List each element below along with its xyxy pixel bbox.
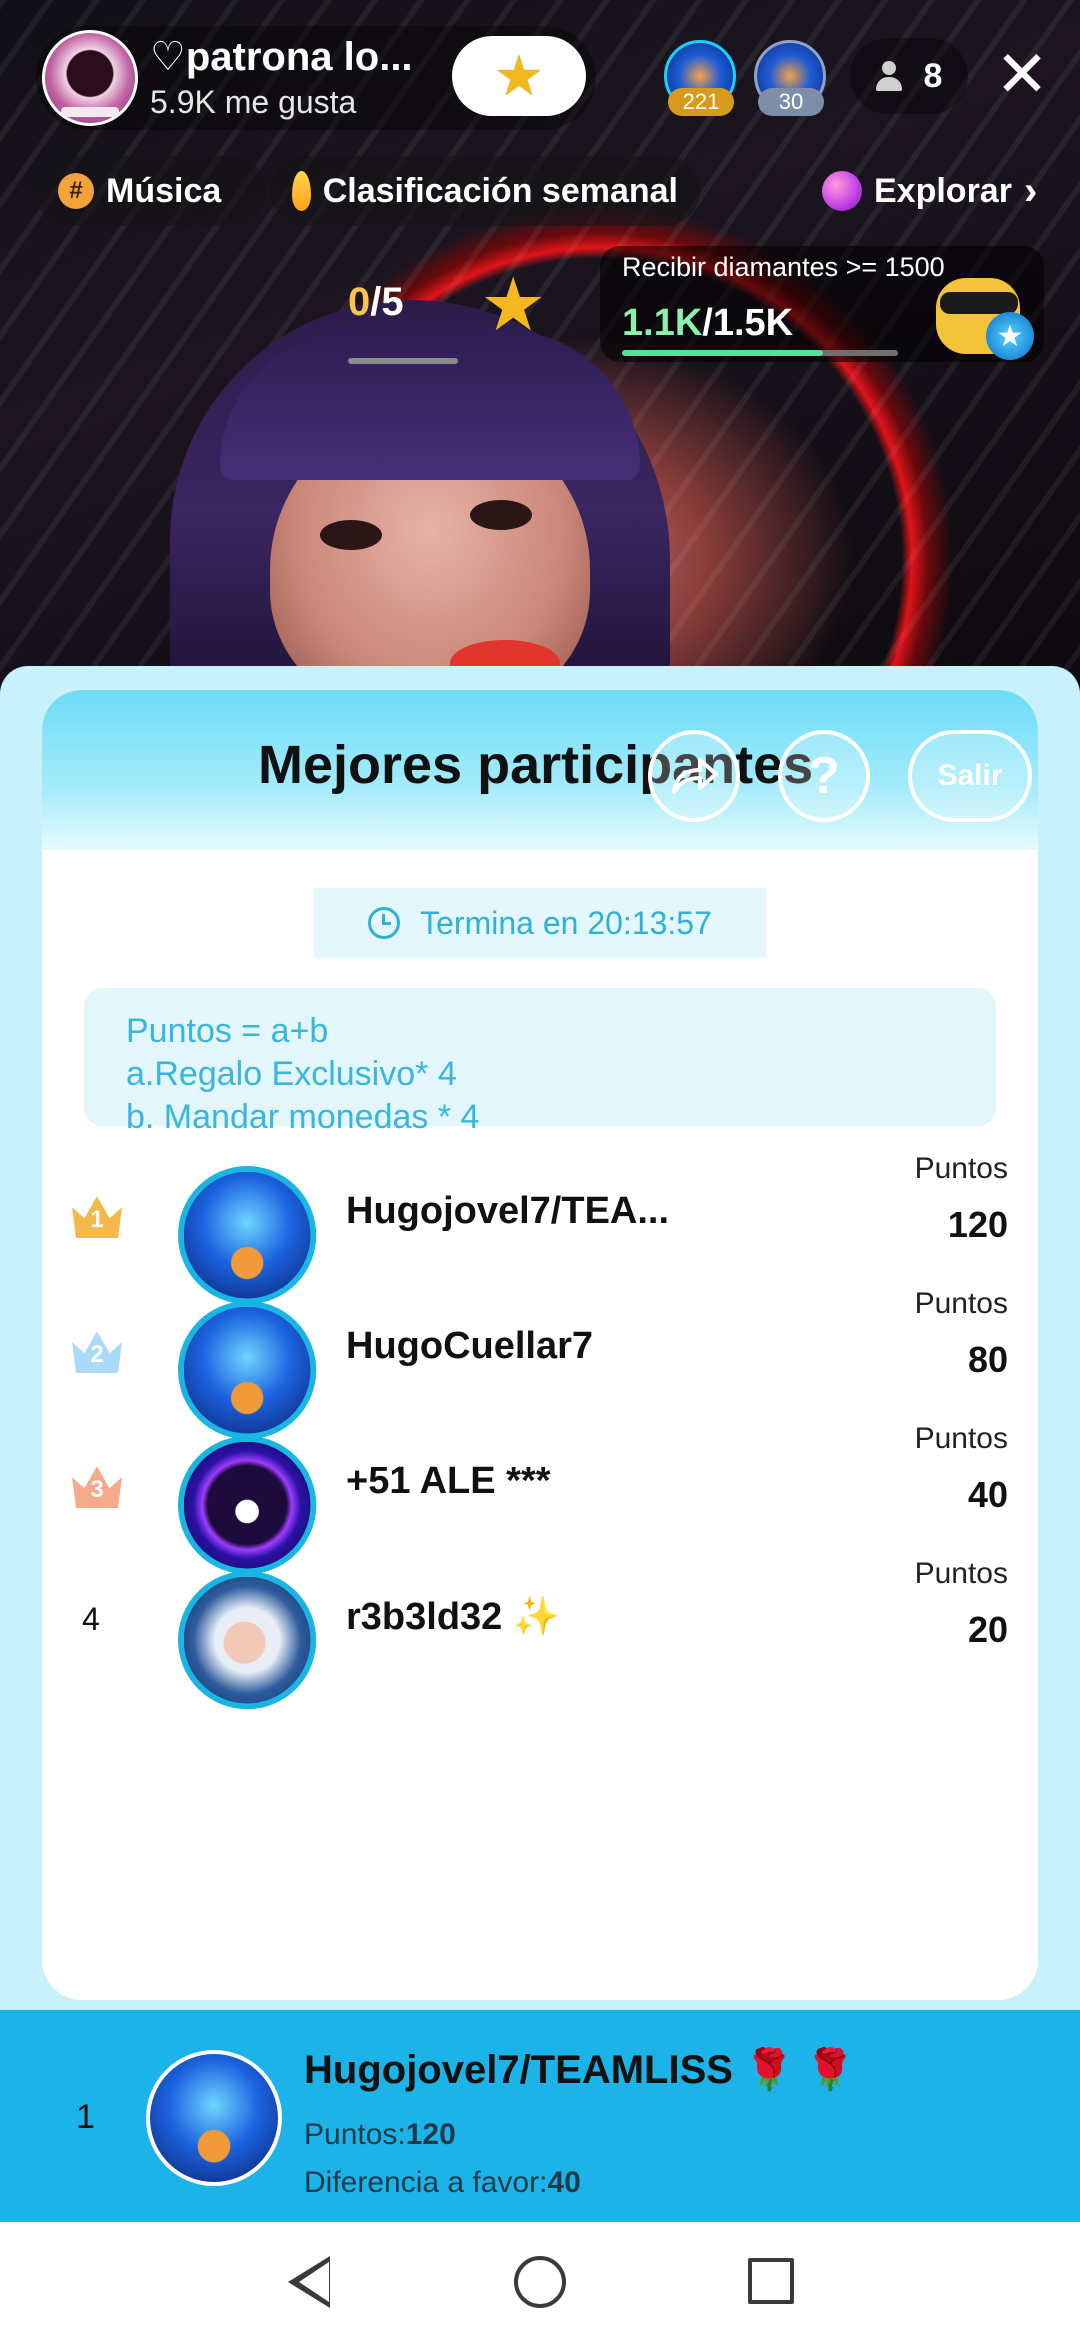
leaderboard-row[interactable]: 2 HugoCuellar7 Puntos 80 (42, 1281, 1038, 1440)
diamond-total: /1.5K (702, 302, 794, 344)
my-points-value: 120 (405, 2118, 456, 2151)
chip-explore[interactable]: Explorar › (800, 156, 1080, 226)
diamond-current: 1.1K (622, 302, 703, 344)
chevron-right-icon: › (1023, 168, 1038, 213)
rank-crown-gold-icon: 1 (72, 1196, 122, 1238)
hashtag-icon: # (58, 173, 94, 209)
my-ranking-bar[interactable]: 1 Hugojovel7/TEAMLISS 🌹 🌹 Puntos:120 Dif… (0, 2010, 1080, 2222)
my-points-prefix: Puntos: (304, 2118, 406, 2151)
goal-gift-sticker[interactable]: ★ (930, 256, 1040, 360)
recent-apps-icon[interactable] (748, 2258, 794, 2304)
diamond-goal-progress: 1.1K/1.5K (622, 302, 793, 345)
chip-weekly-ranking[interactable]: Clasificación semanal (270, 156, 700, 226)
rule-line: b. Mandar monedas * 4 (126, 1098, 480, 1136)
my-diff-value: 40 (547, 2166, 581, 2199)
streamer-eye-left (320, 520, 382, 550)
viewer-count: 8 (923, 56, 943, 95)
avatar[interactable] (146, 2050, 282, 2186)
clock-icon (368, 907, 401, 939)
host-avatar[interactable] (42, 30, 138, 126)
my-rank: 1 (76, 2098, 95, 2136)
goal-total: /5 (370, 280, 404, 324)
diamond-progress-fill (622, 350, 824, 356)
system-navigation-bar (0, 2222, 1080, 2340)
star-icon: ★ (493, 44, 545, 107)
goal-underline (348, 358, 458, 364)
rank-crown-bronze-icon: 3 (72, 1466, 122, 1508)
diamond-goal-title: Recibir diamantes >= 1500 (622, 252, 945, 282)
share-button[interactable] (648, 730, 740, 822)
chip-music[interactable]: # Música (36, 156, 266, 226)
points-label: Puntos (914, 1287, 1008, 1320)
points-label: Puntos (914, 1557, 1008, 1590)
rank-crown-silver-icon: 2 (72, 1331, 122, 1373)
person-icon (875, 61, 902, 91)
help-button[interactable]: ? (778, 730, 870, 822)
chip-music-label: Música (106, 171, 222, 210)
streamer-eye-right (470, 500, 532, 530)
points-value: 80 (967, 1339, 1008, 1380)
host-badge-ribbon (61, 107, 119, 117)
follow-button[interactable]: ★ (452, 36, 586, 116)
host-likes: 5.9K me gusta (150, 84, 357, 120)
exit-button[interactable]: Salir (908, 730, 1032, 822)
participant-name: r3b3ld32 ✨ (346, 1596, 561, 1638)
rule-line: Puntos = a+b (126, 1012, 329, 1050)
leaderboard-row[interactable]: 3 +51 ALE *** Puntos 40 (42, 1416, 1038, 1575)
points-rules: Puntos = a+b a.Regalo Exclusivo* 4 b. Ma… (84, 988, 996, 1136)
back-icon[interactable] (288, 2256, 330, 2308)
leaderboard-row[interactable]: 4 r3b3ld32 ✨ Puntos 20 (42, 1551, 1038, 1710)
participant-name: HugoCuellar7 (346, 1325, 594, 1367)
my-difference: Diferencia a favor:40 (304, 2166, 581, 2200)
viewer-count-button[interactable]: 8 (850, 38, 968, 114)
points-label: Puntos (914, 1152, 1008, 1185)
chip-ranking-label: Clasificación semanal (322, 171, 678, 210)
sticker-sunglasses (940, 292, 1018, 314)
points-value: 20 (967, 1609, 1008, 1650)
sticker-star-badge: ★ (986, 312, 1034, 360)
points-label: Puntos (914, 1422, 1008, 1455)
participant-name: +51 ALE *** (346, 1460, 551, 1502)
host-name[interactable]: ♡patrona lo... (150, 34, 413, 80)
chip-explore-label: Explorar (874, 171, 1012, 210)
my-name: Hugojovel7/TEAMLISS 🌹 🌹 (304, 2048, 855, 2092)
rule-line: a.Regalo Exclusivo* 4 (126, 1055, 457, 1093)
diamond-progress-bar (622, 350, 898, 356)
points-value: 120 (947, 1204, 1008, 1245)
leaderboard-card: Mejores participantes ? Salir Termina en… (42, 690, 1038, 2000)
leaderboard-row[interactable]: 1 Hugojovel7/TEA... Puntos 120 (42, 1146, 1038, 1305)
my-diff-prefix: Diferencia a favor: (304, 2166, 548, 2199)
countdown-timer: Termina en 20:13:57 (314, 888, 766, 958)
top-viewer-badge-1: 221 (668, 88, 734, 116)
streamer-bangs (220, 330, 640, 480)
planet-icon (822, 171, 862, 211)
share-icon (672, 758, 718, 794)
rank-number: 4 (82, 1601, 100, 1637)
timer-label: Termina en 20:13:57 (420, 904, 712, 941)
goal-current: 0 (348, 280, 371, 324)
home-icon[interactable] (514, 2256, 566, 2308)
avatar[interactable] (178, 1571, 317, 1710)
points-value: 40 (967, 1474, 1008, 1515)
participant-name: Hugojovel7/TEA... (346, 1190, 670, 1232)
close-icon[interactable]: ✕ (990, 42, 1054, 108)
my-points: Puntos:120 (304, 2118, 456, 2152)
question-icon: ? (808, 747, 840, 805)
flame-icon (292, 171, 311, 211)
goal-star-icon[interactable]: ★ (480, 268, 546, 342)
top-viewer-badge-2: 30 (758, 88, 824, 116)
goal-counter[interactable]: 0/5 (348, 280, 404, 325)
